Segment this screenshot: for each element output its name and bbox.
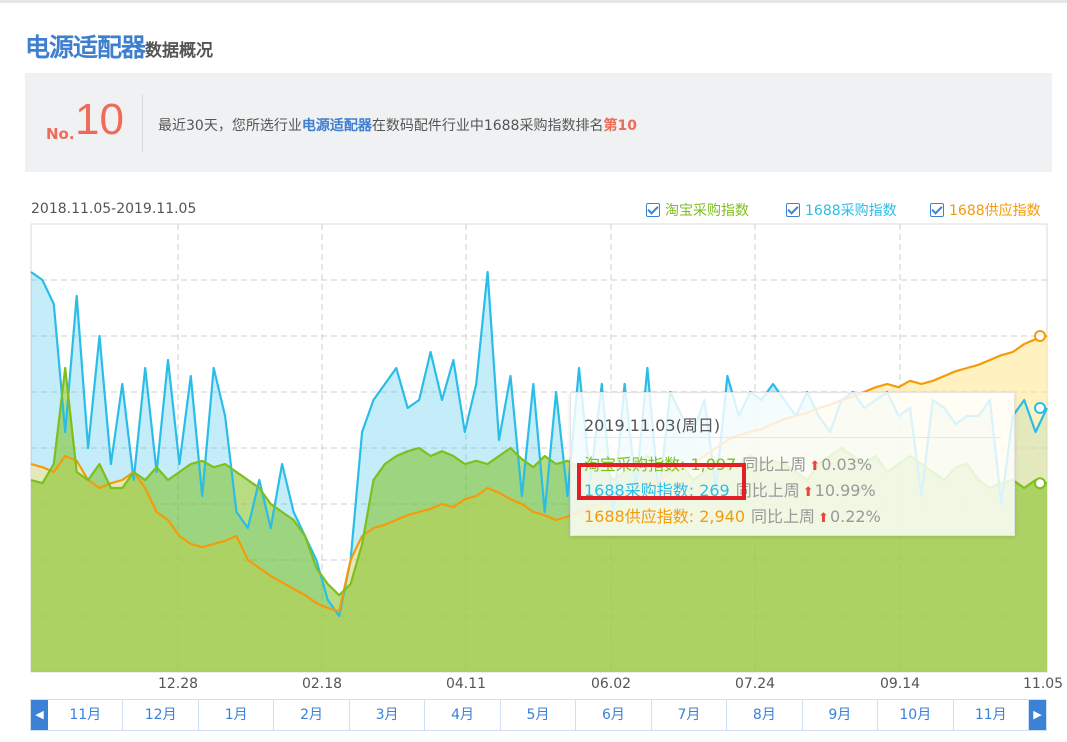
timeline-month-6[interactable]: 5月: [501, 700, 577, 730]
timeline-month-8[interactable]: 7月: [652, 700, 728, 730]
tooltip-pct-1688-purchase: 10.99%: [814, 481, 876, 500]
timeline-month-9[interactable]: 8月: [727, 700, 803, 730]
tooltip-date: 2019.11.03(周日): [584, 416, 721, 435]
timeline-month-10[interactable]: 9月: [803, 700, 879, 730]
tooltip-divider: [583, 437, 1001, 438]
timeline-month-0[interactable]: 11月: [48, 700, 124, 730]
highlight-box: [577, 463, 746, 500]
x-tick-label: 04.11: [446, 676, 486, 692]
tooltip-compare-label: 同比上周: [742, 455, 807, 474]
tooltip-value-1688-supply: 1688供应指数: 2,940: [584, 507, 746, 526]
timeline-month-4[interactable]: 3月: [350, 700, 426, 730]
timeline-scrubber[interactable]: ◀ ▶ 11月 12月 1月 2月 3月 4月 5月 6月 7月 8月 9月 10月 11月: [30, 699, 1047, 731]
x-tick-label: 12.28: [158, 676, 198, 692]
timeline-month-7[interactable]: 6月: [576, 700, 652, 730]
timeline-month-3[interactable]: 2月: [274, 700, 350, 730]
timeline-month-12[interactable]: 11月: [954, 700, 1029, 730]
series-end-marker: [1034, 330, 1046, 342]
up-arrow-icon: ⬆: [809, 459, 821, 474]
timeline-month-1[interactable]: 12月: [123, 700, 199, 730]
tooltip-pct-1688-supply: 0.22%: [829, 507, 881, 526]
tooltip-row-1688-supply: 1688供应指数: 2,940 同比上周 ⬆0.22%: [584, 503, 881, 527]
x-tick-label: 11.05: [1023, 676, 1063, 692]
timeline-left-arrow-icon[interactable]: ◀: [31, 700, 48, 730]
timeline-right-arrow-icon[interactable]: ▶: [1029, 700, 1046, 730]
tooltip-compare-label: 同比上周: [751, 507, 816, 526]
up-arrow-icon: ⬆: [802, 485, 814, 500]
index-trend-chart[interactable]: 12.28 02.18 04.11 06.02 07.24 09.14 11.05: [0, 0, 1067, 742]
x-tick-label: 09.14: [880, 676, 920, 692]
timeline-month-11[interactable]: 10月: [878, 700, 954, 730]
up-arrow-icon: ⬆: [818, 511, 829, 526]
x-tick-label: 02.18: [302, 676, 342, 692]
x-tick-label: 06.02: [591, 676, 631, 692]
timeline-month-5[interactable]: 4月: [425, 700, 501, 730]
timeline-month-2[interactable]: 1月: [199, 700, 275, 730]
series-end-marker: [1034, 477, 1046, 490]
tooltip-pct-taobao: 0.03%: [821, 455, 873, 474]
x-tick-label: 07.24: [735, 676, 775, 692]
series-end-marker: [1034, 402, 1046, 414]
